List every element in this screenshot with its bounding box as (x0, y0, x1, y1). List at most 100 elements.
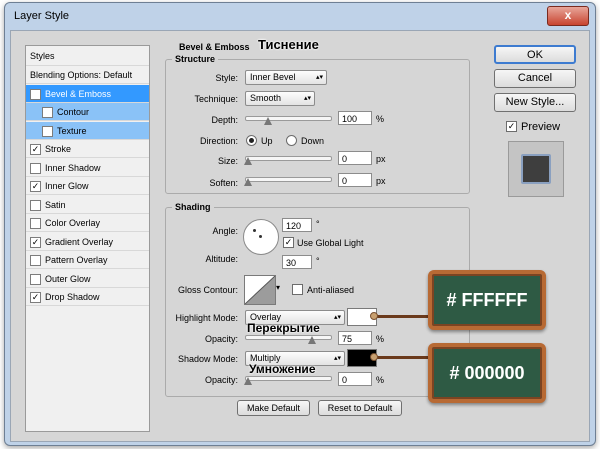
style-item-label: Pattern Overlay (45, 255, 108, 265)
highlight-opacity-track[interactable] (245, 335, 332, 340)
shadow-opacity-label: Opacity: (204, 375, 238, 385)
size-slider-thumb[interactable] (244, 157, 252, 165)
chevron-updown-icon: ▴▾ (315, 74, 323, 81)
styles-header-label: Styles (30, 51, 55, 61)
cancel-button[interactable]: Cancel (494, 69, 576, 88)
shading-legend: Shading (172, 202, 214, 212)
highlight-opacity-thumb[interactable] (308, 336, 316, 344)
depth-field[interactable]: 100 (338, 111, 372, 125)
chevron-updown-icon: ▴▾ (333, 355, 341, 362)
angle-dial[interactable] (243, 219, 279, 255)
shadow-opacity-field[interactable]: 0 (338, 372, 372, 386)
styles-item[interactable]: ✓ Gradient Overlay (26, 233, 149, 251)
ok-button[interactable]: OK (494, 45, 576, 64)
style-checkbox[interactable]: ✓ (30, 88, 41, 100)
highlight-opacity-unit: % (376, 334, 385, 344)
style-checkbox[interactable]: ✓ (30, 292, 41, 303)
soften-slider-track[interactable] (245, 177, 332, 182)
bevel-emboss-title: Bevel & Emboss (176, 42, 253, 52)
styles-header[interactable]: Styles (26, 46, 149, 66)
angle-dial-center (259, 235, 262, 238)
reset-default-button[interactable]: Reset to Default (318, 400, 402, 416)
styles-item[interactable]: Color Overlay (26, 214, 149, 232)
gloss-contour-label: Gloss Contour: (177, 285, 238, 295)
highlight-mode-label: Highlight Mode: (175, 313, 238, 323)
highlight-opacity-field[interactable]: 75 (338, 331, 372, 345)
chevron-updown-icon: ▴▾ (333, 314, 341, 321)
shadow-opacity-track[interactable] (245, 376, 332, 381)
styles-item[interactable]: Outer Glow (26, 270, 149, 288)
highlight-pointer-pin (370, 312, 378, 320)
style-dropdown[interactable]: Inner Bevel ▴▾ (245, 70, 327, 85)
global-light-checkbox[interactable]: ✓ (283, 237, 294, 248)
style-item-label: Inner Glow (45, 181, 89, 191)
preview-label: Preview (521, 121, 561, 133)
style-checkbox[interactable] (42, 125, 53, 137)
highlight-opacity-label: Opacity: (204, 334, 238, 344)
style-checkbox[interactable] (30, 218, 41, 229)
altitude-unit: ° (316, 256, 320, 266)
size-field[interactable]: 0 (338, 151, 372, 165)
gloss-contour-swatch[interactable] (244, 275, 276, 305)
styles-item[interactable]: Texture (26, 121, 149, 140)
depth-slider-thumb[interactable] (264, 117, 272, 125)
style-checkbox[interactable] (30, 199, 41, 211)
shadow-pointer (373, 356, 433, 359)
soften-field[interactable]: 0 (338, 173, 372, 187)
dialog-title: Layer Style (14, 10, 70, 22)
shadow-mode-label: Shadow Mode: (177, 354, 238, 364)
highlight-annotation: Перекрытие (247, 321, 320, 335)
direction-up-radio[interactable] (246, 135, 257, 146)
styles-item[interactable]: ✓ Stroke (26, 140, 149, 158)
direction-down-label: Down (301, 136, 325, 146)
style-checkbox[interactable]: ✓ (30, 236, 41, 248)
anti-aliased-label: Anti-aliased (307, 285, 355, 295)
angle-dial-marker (253, 229, 256, 232)
style-checkbox[interactable] (30, 255, 41, 266)
gloss-contour-arrow-icon[interactable]: ▾ (276, 283, 280, 292)
style-checkbox[interactable] (30, 273, 41, 285)
preview-thumbnail (508, 141, 564, 197)
style-checkbox[interactable] (42, 107, 53, 118)
styles-item[interactable]: Contour (26, 103, 149, 121)
technique-dropdown[interactable]: Smooth ▴▾ (245, 91, 315, 106)
technique-dropdown-value: Smooth (250, 93, 282, 103)
shadow-annotation: Умножение (249, 362, 316, 376)
chevron-updown-icon: ▴▾ (303, 95, 311, 102)
preview-checkbox[interactable]: ✓ (506, 121, 517, 132)
styles-item[interactable]: ✓ Bevel & Emboss (26, 84, 149, 103)
angle-field[interactable]: 120 (282, 218, 312, 232)
angle-label: Angle: (212, 226, 238, 236)
style-label: Style: (215, 73, 238, 83)
style-item-label: Stroke (45, 144, 72, 154)
close-button[interactable]: x (547, 6, 589, 26)
style-checkbox[interactable]: ✓ (30, 181, 41, 192)
soften-slider-thumb[interactable] (244, 178, 252, 186)
styles-item[interactable]: Inner Shadow (26, 159, 149, 177)
style-checkbox[interactable]: ✓ (30, 144, 41, 155)
direction-down-radio[interactable] (286, 135, 297, 146)
style-item-label: Satin (45, 199, 66, 210)
styles-item[interactable]: ✓ Drop Shadow (26, 288, 149, 306)
depth-unit: % (376, 114, 385, 124)
altitude-field[interactable]: 30 (282, 255, 312, 269)
style-item-label: Drop Shadow (45, 292, 100, 302)
styles-item[interactable]: ✓ Inner Glow (26, 177, 149, 195)
shadow-opacity-thumb[interactable] (244, 377, 252, 385)
size-slider-track[interactable] (245, 156, 332, 161)
style-item-label: Contour (57, 107, 90, 117)
preview-swatch (521, 154, 551, 184)
size-label: Size: (217, 156, 238, 166)
depth-slider-track[interactable] (245, 116, 332, 121)
highlight-pointer (373, 315, 433, 318)
make-default-button[interactable]: Make Default (237, 400, 310, 416)
styles-item[interactable]: Blending Options: Default (26, 66, 149, 84)
structure-legend: Structure (172, 54, 219, 64)
style-checkbox[interactable] (30, 162, 41, 174)
new-style-button[interactable]: New Style... (494, 93, 576, 112)
anti-aliased-checkbox[interactable] (292, 284, 303, 295)
highlight-hex-callout: # FFFFFF (428, 270, 546, 330)
direction-up-label: Up (261, 136, 273, 146)
styles-item[interactable]: Satin (26, 196, 149, 214)
styles-item[interactable]: Pattern Overlay (26, 251, 149, 269)
